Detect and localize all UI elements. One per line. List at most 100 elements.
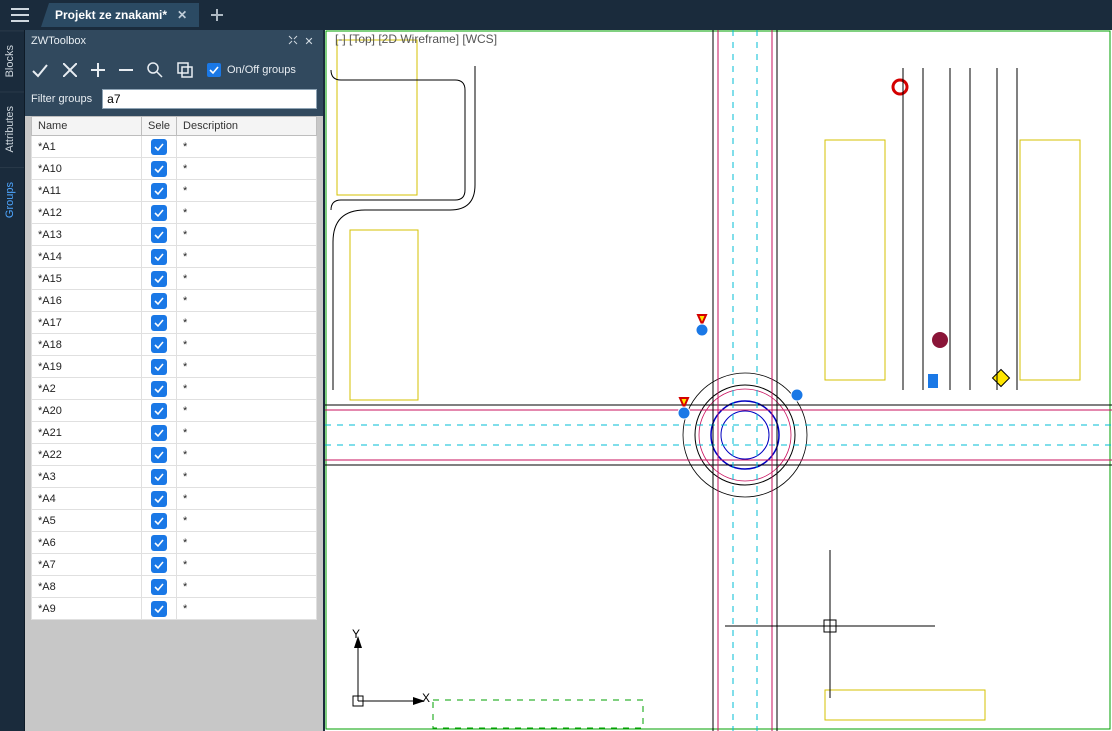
cell-desc: * <box>177 180 317 202</box>
search-icon[interactable] <box>147 62 163 78</box>
cell-selected[interactable] <box>142 422 177 444</box>
cell-desc: * <box>177 598 317 620</box>
table-row[interactable]: *A7* <box>32 554 317 576</box>
document-tab-label: Projekt ze znakami* <box>55 8 167 22</box>
cell-name: *A12 <box>32 202 142 224</box>
cell-name: *A21 <box>32 422 142 444</box>
filter-input[interactable] <box>102 89 317 109</box>
cell-selected[interactable] <box>142 598 177 620</box>
cell-selected[interactable] <box>142 136 177 158</box>
table-row[interactable]: *A2* <box>32 378 317 400</box>
table-row[interactable]: *A22* <box>32 444 317 466</box>
cell-selected[interactable] <box>142 356 177 378</box>
new-tab-button[interactable] <box>205 3 229 27</box>
groups-table-wrap: Name Sele Description *A1**A10**A11**A12… <box>25 116 323 731</box>
side-tab-blocks[interactable]: Blocks <box>0 30 24 91</box>
table-row[interactable]: *A13* <box>32 224 317 246</box>
cell-name: *A18 <box>32 334 142 356</box>
cell-desc: * <box>177 224 317 246</box>
cell-selected[interactable] <box>142 554 177 576</box>
side-tab-groups[interactable]: Groups <box>0 167 24 232</box>
cell-desc: * <box>177 422 317 444</box>
cell-desc: * <box>177 268 317 290</box>
cell-name: *A7 <box>32 554 142 576</box>
panel-toolbar: On/Off groups <box>25 52 323 88</box>
cell-selected[interactable] <box>142 576 177 598</box>
table-row[interactable]: *A15* <box>32 268 317 290</box>
checkbox-icon <box>151 227 167 243</box>
cell-selected[interactable] <box>142 268 177 290</box>
table-row[interactable]: *A19 * <box>32 356 317 378</box>
onoff-groups-toggle[interactable]: On/Off groups <box>207 63 296 77</box>
cell-desc: * <box>177 356 317 378</box>
cell-desc: * <box>177 400 317 422</box>
table-row[interactable]: *A12 * <box>32 202 317 224</box>
cell-selected[interactable] <box>142 224 177 246</box>
cell-selected[interactable] <box>142 378 177 400</box>
table-row[interactable]: *A17 * <box>32 312 317 334</box>
col-sele[interactable]: Sele <box>142 117 177 136</box>
cell-desc: * <box>177 202 317 224</box>
side-tab-attributes[interactable]: Attributes <box>0 91 24 166</box>
cell-selected[interactable] <box>142 158 177 180</box>
cell-desc: * <box>177 158 317 180</box>
cell-selected[interactable] <box>142 246 177 268</box>
cell-selected[interactable] <box>142 290 177 312</box>
cell-selected[interactable] <box>142 444 177 466</box>
cancel-icon[interactable] <box>63 63 77 77</box>
checkbox-icon <box>151 557 167 573</box>
table-row[interactable]: *A9* <box>32 598 317 620</box>
pin-icon[interactable] <box>285 35 301 48</box>
col-name[interactable]: Name <box>32 117 142 136</box>
checkbox-icon <box>151 425 167 441</box>
checkbox-icon <box>151 161 167 177</box>
side-tab-stack: Blocks Attributes Groups <box>0 30 25 731</box>
groups-table: Name Sele Description *A1**A10**A11**A12… <box>31 116 317 620</box>
axis-y-label: Y <box>352 627 360 641</box>
col-desc[interactable]: Description <box>177 117 317 136</box>
table-row[interactable]: *A16* <box>32 290 317 312</box>
table-row[interactable]: *A5* <box>32 510 317 532</box>
table-row[interactable]: *A8* <box>32 576 317 598</box>
document-tab[interactable]: Projekt ze znakami* ✕ <box>41 3 199 27</box>
table-row[interactable]: *A18 * <box>32 334 317 356</box>
table-row[interactable]: *A10* <box>32 158 317 180</box>
close-icon[interactable]: ✕ <box>177 8 187 22</box>
cell-desc: * <box>177 466 317 488</box>
cell-selected[interactable] <box>142 334 177 356</box>
cell-desc: * <box>177 312 317 334</box>
table-row[interactable]: *A21 * <box>32 422 317 444</box>
copy-icon[interactable] <box>177 62 193 78</box>
filter-label: Filter groups <box>31 93 92 105</box>
remove-icon[interactable] <box>119 63 133 77</box>
add-icon[interactable] <box>91 63 105 77</box>
drawing-viewport[interactable]: [-] [Top] [2D Wireframe] [WCS] <box>325 30 1112 731</box>
cell-selected[interactable] <box>142 400 177 422</box>
checkbox-icon <box>151 579 167 595</box>
cell-name: *A6 <box>32 532 142 554</box>
hamburger-menu-icon[interactable] <box>5 0 35 30</box>
table-row[interactable]: *A4* <box>32 488 317 510</box>
cell-selected[interactable] <box>142 180 177 202</box>
cell-selected[interactable] <box>142 532 177 554</box>
viewport-label[interactable]: [-] [Top] [2D Wireframe] [WCS] <box>335 32 497 46</box>
cell-desc: * <box>177 136 317 158</box>
close-panel-icon[interactable]: ✕ <box>301 35 317 48</box>
cell-selected[interactable] <box>142 510 177 532</box>
table-row[interactable]: *A14* <box>32 246 317 268</box>
cell-selected[interactable] <box>142 466 177 488</box>
axis-x-label: X <box>422 691 430 705</box>
cell-name: *A17 <box>32 312 142 334</box>
cell-desc: * <box>177 334 317 356</box>
cell-name: *A14 <box>32 246 142 268</box>
cell-name: *A19 <box>32 356 142 378</box>
table-row[interactable]: *A3* <box>32 466 317 488</box>
cell-selected[interactable] <box>142 312 177 334</box>
table-row[interactable]: *A6* <box>32 532 317 554</box>
table-row[interactable]: *A11* <box>32 180 317 202</box>
table-row[interactable]: *A1* <box>32 136 317 158</box>
cell-selected[interactable] <box>142 488 177 510</box>
cell-selected[interactable] <box>142 202 177 224</box>
table-row[interactable]: *A20* <box>32 400 317 422</box>
confirm-icon[interactable] <box>31 62 49 78</box>
